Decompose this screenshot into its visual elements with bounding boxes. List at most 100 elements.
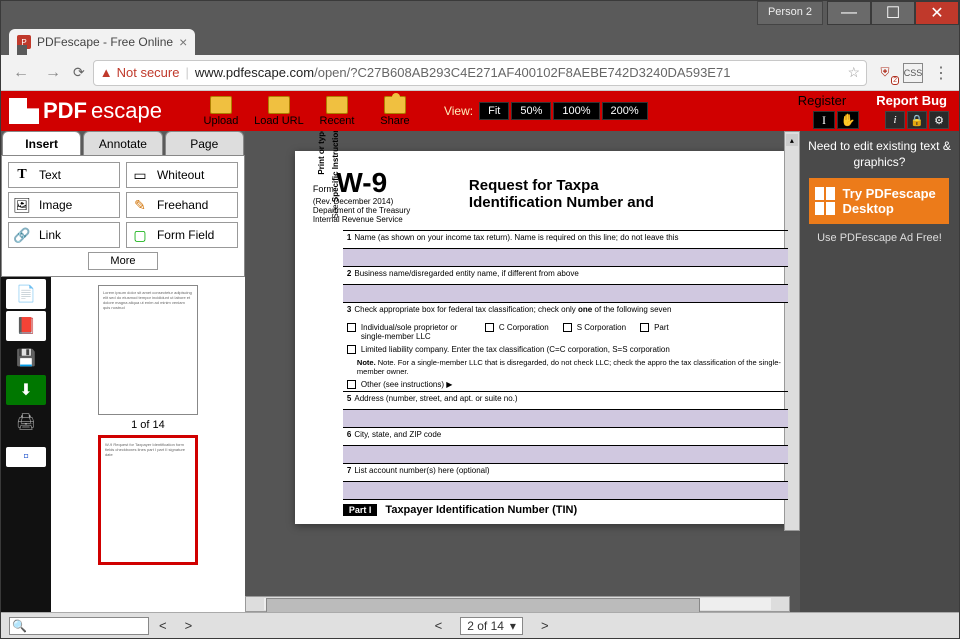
tab-insert[interactable]: Insert [2, 131, 81, 155]
share-button[interactable]: Share [366, 96, 424, 127]
tool-formfield[interactable]: ▢Form Field [126, 222, 238, 248]
windows-icon [815, 187, 834, 215]
address-row: ← → ⟳ ▲ Not secure | www.pdfescape.com/o… [1, 55, 959, 91]
part-1-header: Part I Taxpayer Identification Number (T… [343, 504, 788, 516]
field-7[interactable]: 7List account number(s) here (optional) [343, 464, 788, 482]
chk-ccorp[interactable]: C Corporation [485, 323, 549, 332]
vertical-label-1: Print or type [317, 131, 326, 251]
reload-icon[interactable]: ⟳ [73, 64, 85, 81]
thumbnail-list[interactable]: Lorem ipsum dolor sit amet consectetur a… [51, 277, 245, 612]
horizontal-scrollbar[interactable] [245, 596, 790, 612]
load-url-button[interactable]: Load URL [250, 96, 308, 127]
page-nav: < 2 of 14▾ > [435, 617, 549, 635]
css-ext-icon[interactable]: CSS [903, 63, 923, 83]
chevron-down-icon: ▾ [510, 619, 516, 633]
field-5[interactable]: 5Address (number, street, and apt. or su… [343, 392, 788, 410]
thumbnail-1[interactable]: Lorem ipsum dolor sit amet consectetur a… [98, 285, 198, 415]
side-doc-icon[interactable]: 📕 [6, 311, 46, 341]
report-bug-link[interactable]: Report Bug [876, 93, 947, 108]
pencil-icon: ✎ [131, 196, 149, 214]
form-title-2: Identification Number and [469, 194, 788, 211]
security-warning[interactable]: ▲ Not secure [100, 65, 180, 80]
recent-button[interactable]: Recent [308, 96, 366, 127]
folder-clock-icon [326, 96, 348, 114]
thumb-prev-icon[interactable]: < [159, 618, 167, 633]
close-button[interactable]: ✕ [915, 1, 959, 25]
ublock-icon[interactable]: ⛨2 [875, 63, 895, 83]
tool-link[interactable]: 🔗Link [8, 222, 120, 248]
window-titlebar: Person 2 — ☐ ✕ [1, 1, 959, 25]
logo-icon [9, 98, 39, 124]
tool-text[interactable]: TText [8, 162, 120, 188]
tab-close-icon[interactable]: × [179, 34, 187, 50]
zoom-fit-button[interactable]: Fit [479, 102, 509, 120]
try-desktop-button[interactable]: Try PDFescape Desktop [809, 178, 949, 224]
favicon-icon: P [17, 35, 31, 49]
browser-tabstrip: P PDFescape - Free Online × [1, 25, 959, 55]
bookmark-star-icon[interactable]: ☆ [847, 64, 860, 81]
search-input[interactable]: 🔍 [9, 617, 149, 635]
chk-individual[interactable]: Individual/sole proprietor or single-mem… [347, 323, 471, 341]
form-title-1: Request for Taxpa [469, 177, 788, 194]
field-6[interactable]: 6City, state, and ZIP code [343, 428, 788, 446]
page-scroll-area[interactable]: ▴ Form W-9 (Rev. December 2014) Departme… [245, 131, 800, 596]
zoom-50-button[interactable]: 50% [511, 102, 551, 120]
form-field-icon: ▢ [131, 226, 149, 244]
chk-scorp[interactable]: S Corporation [563, 323, 626, 332]
page-select[interactable]: 2 of 14▾ [460, 617, 523, 635]
checkbox-row-3: Other (see instructions) ▶ [343, 378, 788, 392]
field-2[interactable]: 2Business name/disregarded entity name, … [343, 267, 788, 285]
thumbnail-2[interactable]: W-9 Request for Taxpayer Identification … [98, 435, 198, 565]
chk-other[interactable]: Other (see instructions) ▶ [347, 380, 453, 389]
register-link[interactable]: Register [798, 93, 846, 108]
pdfescape-logo[interactable]: PDFescape [9, 98, 162, 124]
left-panel: Insert Annotate Page TText ▭Whiteout 🖼Im… [1, 131, 245, 612]
folder-up-icon [210, 96, 232, 114]
folder-url-icon [268, 96, 290, 114]
chk-partner[interactable]: Part [640, 323, 669, 332]
thumb-next-icon[interactable]: > [185, 618, 193, 633]
gear-icon[interactable]: ⚙ [929, 111, 949, 129]
side-download-icon[interactable]: ⬇ [6, 375, 46, 405]
minimize-button[interactable]: — [827, 1, 871, 25]
chk-llc[interactable]: Limited liability company. Enter the tax… [347, 345, 670, 354]
nav-forward-icon[interactable]: → [41, 64, 65, 82]
field-1[interactable]: 1Name (as shown on your income tax retur… [343, 231, 788, 249]
tab-title: PDFescape - Free Online [37, 35, 173, 49]
side-pages-icon[interactable]: 📄 [6, 279, 46, 309]
pdf-page[interactable]: Form W-9 (Rev. December 2014) Department… [295, 151, 800, 524]
scroll-up-icon[interactable]: ▴ [786, 134, 798, 146]
share-icon [384, 96, 406, 114]
tool-freehand[interactable]: ✎Freehand [126, 192, 238, 218]
insert-toolbox: TText ▭Whiteout 🖼Image ✎Freehand 🔗Link ▢… [1, 155, 245, 277]
spacer [343, 249, 788, 267]
info-icon[interactable]: i [885, 111, 905, 129]
vertical-label-2: See Specific Instructions on page 2. [331, 131, 340, 251]
whiteout-icon: ▭ [131, 166, 149, 184]
side-save-icon[interactable]: 💾 [6, 343, 46, 373]
checkbox-row-1: Individual/sole proprietor or single-mem… [343, 321, 788, 343]
nav-back-icon[interactable]: ← [9, 64, 33, 82]
maximize-button[interactable]: ☐ [871, 1, 915, 25]
text-cursor-icon[interactable]: I [813, 111, 835, 129]
hand-cursor-icon[interactable]: ✋ [837, 111, 859, 129]
side-window-icon[interactable]: ▫ [6, 447, 46, 467]
tool-whiteout[interactable]: ▭Whiteout [126, 162, 238, 188]
browser-tab[interactable]: P PDFescape - Free Online × [9, 29, 195, 55]
side-print-icon[interactable]: 🖨 [6, 407, 46, 437]
side-tools: 📄 📕 💾 ⬇ 🖨 ▫ [1, 277, 51, 612]
tab-page[interactable]: Page [165, 131, 244, 155]
more-tools-button[interactable]: More [88, 252, 158, 270]
browser-menu-icon[interactable]: ⋮ [931, 63, 951, 83]
ad-free-link[interactable]: Use PDFescape Ad Free! [817, 232, 942, 244]
zoom-100-button[interactable]: 100% [553, 102, 599, 120]
page-next-icon[interactable]: > [541, 618, 549, 633]
tab-annotate[interactable]: Annotate [83, 131, 162, 155]
upload-button[interactable]: Upload [192, 96, 250, 127]
profile-chip[interactable]: Person 2 [757, 1, 823, 25]
zoom-200-button[interactable]: 200% [602, 102, 648, 120]
lock-icon[interactable]: 🔒 [907, 111, 927, 129]
address-bar[interactable]: ▲ Not secure | www.pdfescape.com/open/?C… [93, 60, 867, 86]
page-prev-icon[interactable]: < [435, 618, 443, 633]
tool-image[interactable]: 🖼Image [8, 192, 120, 218]
